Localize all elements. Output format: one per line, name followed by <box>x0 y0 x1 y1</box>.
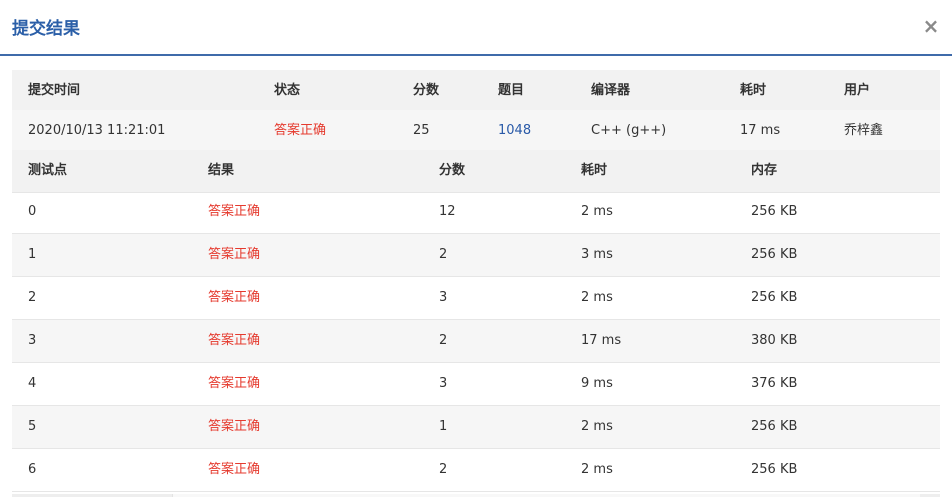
case-time: 2 ms <box>581 290 613 305</box>
case-memory: 380 KB <box>751 333 798 348</box>
submission-result-dialog: 提交结果 × 提交时间 状态 分数 题目 编译器 耗时 用户 2020/10/1… <box>0 0 952 497</box>
case-memory: 256 KB <box>751 247 798 262</box>
header-compiler: 编译器 <box>591 83 631 98</box>
case-id: 1 <box>28 247 37 262</box>
case-result: 答案正确 <box>208 290 261 305</box>
table-row: 6 答案正确 2 2 ms 256 KB <box>12 449 940 492</box>
case-id: 4 <box>28 376 37 391</box>
table-row: 0 答案正确 12 2 ms 256 KB <box>12 191 940 234</box>
case-score: 3 <box>439 290 448 305</box>
close-icon[interactable]: × <box>920 14 942 38</box>
case-memory: 256 KB <box>751 419 798 434</box>
case-memory: 256 KB <box>751 290 798 305</box>
submit-time: 2020/10/13 11:21:01 <box>28 123 166 138</box>
case-id: 6 <box>28 462 37 477</box>
case-memory: 256 KB <box>751 204 798 219</box>
total-score: 25 <box>413 123 430 138</box>
header-case-score: 分数 <box>439 163 466 178</box>
header-score: 分数 <box>413 83 440 98</box>
compiler-name: C++ (g++) <box>591 123 667 138</box>
result-panel: 提交时间 状态 分数 题目 编译器 耗时 用户 2020/10/13 11:21… <box>12 70 940 497</box>
case-memory: 256 KB <box>751 462 798 477</box>
case-id: 5 <box>28 419 37 434</box>
table-row: 1 答案正确 2 3 ms 256 KB <box>12 234 940 277</box>
case-score: 2 <box>439 333 448 348</box>
case-score: 2 <box>439 247 448 262</box>
table-row: 3 答案正确 2 17 ms 380 KB <box>12 320 940 363</box>
case-time: 2 ms <box>581 204 613 219</box>
testcase-header-row: 测试点 结果 分数 耗时 内存 <box>12 150 940 193</box>
case-score: 1 <box>439 419 448 434</box>
case-id: 2 <box>28 290 37 305</box>
case-score: 3 <box>439 376 448 391</box>
case-result: 答案正确 <box>208 247 261 262</box>
status-badge: 答案正确 <box>274 123 327 138</box>
case-score: 2 <box>439 462 448 477</box>
case-score: 12 <box>439 204 456 219</box>
case-memory: 376 KB <box>751 376 798 391</box>
header-user: 用户 <box>844 83 871 98</box>
total-time: 17 ms <box>740 123 781 138</box>
header-time: 耗时 <box>740 83 767 98</box>
case-time: 2 ms <box>581 462 613 477</box>
user-name: 乔梓鑫 <box>844 123 884 138</box>
case-time: 17 ms <box>581 333 622 348</box>
case-result: 答案正确 <box>208 419 261 434</box>
problem-link[interactable]: 1048 <box>498 110 531 153</box>
case-time: 9 ms <box>581 376 613 391</box>
summary-row: 2020/10/13 11:21:01 答案正确 25 1048 C++ (g+… <box>12 110 940 153</box>
header-submit-time: 提交时间 <box>28 83 81 98</box>
case-time: 3 ms <box>581 247 613 262</box>
case-result: 答案正确 <box>208 462 261 477</box>
dialog-header: 提交结果 × <box>0 0 952 56</box>
case-result: 答案正确 <box>208 204 261 219</box>
case-result: 答案正确 <box>208 333 261 348</box>
table-row: 2 答案正确 3 2 ms 256 KB <box>12 277 940 320</box>
case-result: 答案正确 <box>208 376 261 391</box>
case-id: 3 <box>28 333 37 348</box>
header-case-time: 耗时 <box>581 163 608 178</box>
dialog-title: 提交结果 <box>12 19 80 39</box>
header-problem: 题目 <box>498 83 525 98</box>
header-result: 结果 <box>208 163 235 178</box>
case-id: 0 <box>28 204 37 219</box>
summary-header-row: 提交时间 状态 分数 题目 编译器 耗时 用户 <box>12 70 940 113</box>
table-row: 4 答案正确 3 9 ms 376 KB <box>12 363 940 406</box>
header-memory: 内存 <box>751 163 778 178</box>
header-status: 状态 <box>274 83 301 98</box>
header-case: 测试点 <box>28 163 68 178</box>
table-row: 5 答案正确 1 2 ms 256 KB <box>12 406 940 449</box>
case-time: 2 ms <box>581 419 613 434</box>
